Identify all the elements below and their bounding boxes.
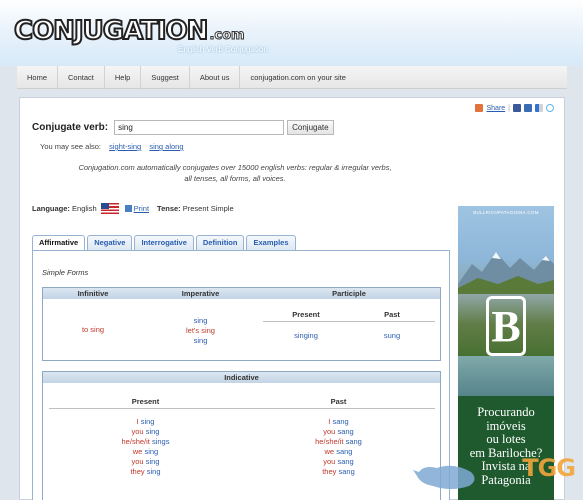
nav-suggest[interactable]: Suggest [141, 65, 190, 89]
site-logo[interactable]: CONJUGATION .com [13, 16, 245, 48]
conjugation-row: we sing [132, 447, 159, 456]
conjugate-button[interactable]: Conjugate [287, 120, 334, 135]
conjugation-row: we sang [324, 447, 353, 456]
indicative-present-column: I sing you sing he/she/it sings we sing … [49, 417, 242, 477]
page: CONJUGATION .com English Verb Conjugation… [0, 0, 583, 500]
twitter-icon[interactable] [546, 104, 554, 112]
conjugation-row: you sing [131, 457, 160, 466]
language-label: Language: [32, 204, 70, 213]
imperative-item: sing [193, 336, 208, 345]
participle-present-value: singing [294, 331, 318, 340]
us-flag-icon[interactable] [100, 203, 119, 214]
tab-examples[interactable]: Examples [246, 235, 296, 250]
site-tagline: English Verb Conjugation [178, 45, 268, 54]
see-also-label: You may see also: [40, 142, 102, 151]
language-value: English [72, 204, 97, 213]
description-line-1: Conjugation.com automatically conjugates… [78, 163, 392, 172]
infinitive-header: Infinitive [77, 289, 109, 298]
myspace-icon[interactable] [524, 104, 532, 112]
imperative-values: sing let's sing sing [143, 316, 258, 346]
nav-about-us[interactable]: About us [190, 65, 241, 89]
indicative-table: Indicative Present Past I sing you sing … [42, 371, 441, 500]
simple-forms-title: Simple Forms [42, 268, 89, 277]
site-header: CONJUGATION .com English Verb Conjugation [0, 0, 583, 66]
indicative-header: Indicative [43, 372, 440, 383]
conjugation-row: I sing [136, 417, 155, 426]
whale-icon [413, 465, 475, 489]
nav-home[interactable]: Home [17, 65, 59, 89]
imperative-item: let's sing [186, 326, 215, 335]
conjugation-row: I sang [328, 417, 349, 426]
tense-label: Tense: [157, 204, 181, 213]
see-also-link-sight-sing[interactable]: sight-sing [109, 142, 141, 151]
tab-bar: Affirmative Negative Interrogative Defin… [32, 235, 296, 251]
nav-help[interactable]: Help [105, 65, 142, 89]
delicious-icon[interactable] [535, 104, 543, 112]
simple-forms-table: Infinitive Imperative Participle to sing… [42, 287, 441, 361]
print-link[interactable]: Print [134, 204, 149, 213]
site-description: Conjugation.com automatically conjugates… [60, 162, 410, 184]
watermark: TGG [413, 448, 583, 500]
tab-negative[interactable]: Negative [87, 235, 133, 250]
indicative-present-header: Present [131, 397, 160, 406]
conjugation-row: he/she/it sings [121, 437, 170, 446]
ad-logo: B [486, 296, 526, 356]
tab-interrogative[interactable]: Interrogative [134, 235, 194, 250]
imperative-item: sing [193, 316, 208, 325]
nav-contact[interactable]: Contact [58, 65, 105, 89]
infinitive-value: to sing [81, 325, 105, 334]
indicative-subheader: Present Past [49, 397, 435, 409]
conjugation-row: you sang [323, 427, 354, 436]
see-also-link-sing-along[interactable]: sing along [149, 142, 183, 151]
conjugation-row: he/she/it sang [315, 437, 362, 446]
conjugation-row: they sang [322, 467, 355, 476]
ad-url: BULLRICHPATAGONIA.COM [473, 210, 539, 215]
watermark-text: TGG [522, 454, 576, 482]
indicative-title: Indicative [224, 373, 259, 382]
participle-subheader: Present Past [263, 310, 435, 322]
tab-definition[interactable]: Definition [195, 235, 245, 250]
participle-present-header: Present [292, 310, 320, 319]
conjugation-content: Simple Forms Infinitive Imperative Parti… [32, 250, 450, 500]
share-link[interactable]: Share [486, 105, 505, 112]
indicative-past-column: I sang you sang he/she/it sang we sang y… [242, 417, 435, 477]
share-bar: Share | [475, 104, 554, 112]
verb-input[interactable] [114, 120, 285, 135]
participle-past-value: sung [383, 331, 401, 340]
participle-values: singing sung [263, 331, 435, 340]
main-panel: Share | Conjugate verb: Conjugate You ma… [19, 97, 565, 500]
indicative-past-header: Past [330, 397, 347, 406]
share-icon[interactable] [475, 104, 484, 112]
conjugate-form: Conjugate verb: Conjugate [32, 120, 334, 135]
print-icon[interactable] [124, 205, 132, 212]
participle-header: Participle [332, 289, 366, 298]
conjugation-row: you sang [323, 457, 354, 466]
main-nav: Home Contact Help Suggest About us conju… [17, 65, 567, 89]
conjugate-label: Conjugate verb: [32, 122, 109, 133]
nav-on-your-site[interactable]: conjugation.com on your site [240, 66, 355, 89]
lake-image [458, 356, 554, 396]
tense-value: Present Simple [182, 204, 234, 213]
conjugation-row: they sing [130, 467, 161, 476]
participle-past-header: Past [384, 310, 400, 319]
mountain-image [458, 252, 554, 294]
tab-affirmative[interactable]: Affirmative [32, 235, 86, 251]
imperative-header: Imperative [181, 289, 220, 298]
logo-suffix: .com [209, 28, 245, 44]
conjugation-row: you sing [131, 427, 160, 436]
language-row: Language: English Print Tense: Present S… [32, 203, 234, 214]
description-line-2: all tenses, all forms, all voices. [184, 174, 286, 183]
see-also: You may see also: sight-sing sing along [40, 142, 184, 151]
logo-text: CONJUGATION [13, 16, 209, 46]
simple-forms-header: Infinitive Imperative Participle [43, 288, 440, 299]
facebook-icon[interactable] [513, 104, 521, 112]
share-divider: | [508, 104, 510, 112]
